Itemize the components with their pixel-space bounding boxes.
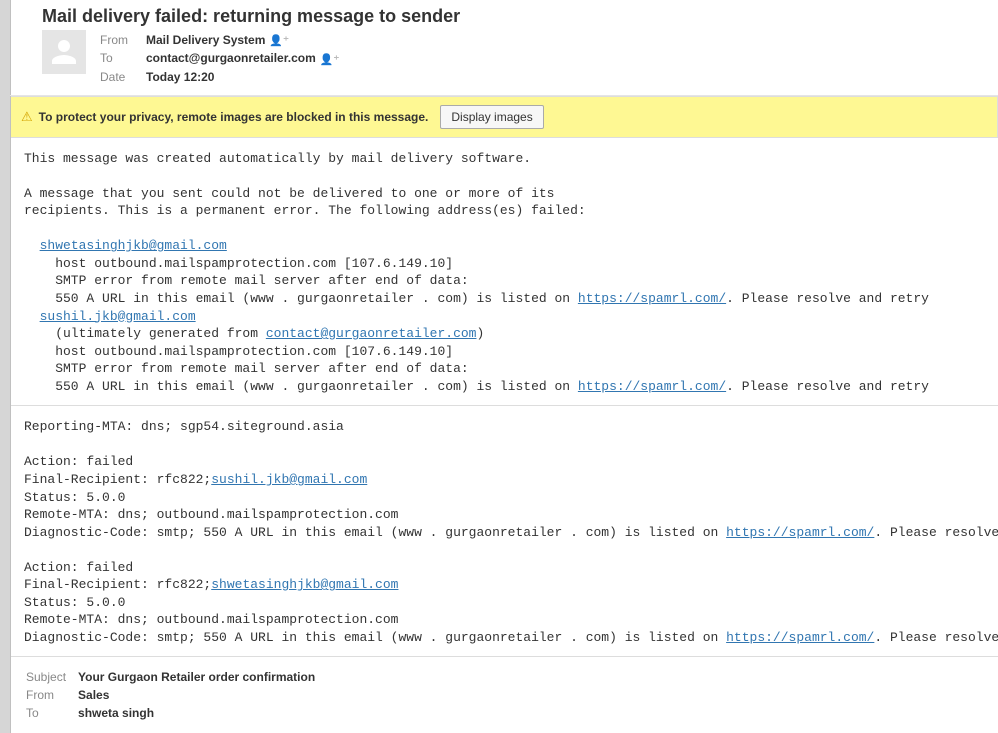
message-subject: Mail delivery failed: returning message … <box>42 6 984 27</box>
sub-to-label: To <box>26 705 76 721</box>
failure-err-pre-2: 550 A URL in this email (www . gurgaonre… <box>24 379 578 394</box>
body-intro-2: A message that you sent could not be del… <box>24 186 555 201</box>
privacy-text: To protect your privacy, remote images a… <box>39 110 429 124</box>
warning-icon: ⚠ <box>21 109 33 125</box>
report-diag-post-2: . Please resolve and retry <box>874 630 998 645</box>
report-action-2: Action: failed <box>24 560 133 575</box>
sub-to-value: shweta singh <box>78 705 325 721</box>
message-body: This message was created automatically b… <box>10 138 998 406</box>
from-label: From <box>100 32 144 48</box>
failure-err-post-1: . Please resolve and retry <box>726 291 929 306</box>
person-icon <box>46 34 82 70</box>
message-header: Mail delivery failed: returning message … <box>10 0 998 96</box>
add-contact-icon-from[interactable]: 👤⁺ <box>269 34 289 47</box>
report-remote-2: Remote-MTA: dns; outbound.mailspamprotec… <box>24 612 398 627</box>
avatar <box>42 30 86 74</box>
report-action-1: Action: failed <box>24 454 133 469</box>
failure-host-1: host outbound.mailspamprotection.com [10… <box>24 256 453 271</box>
reporting-mta: Reporting-MTA: dns; sgp54.siteground.asi… <box>24 419 344 434</box>
sub-subject-value: Your Gurgaon Retailer order confirmation <box>78 669 325 685</box>
report-status-2: Status: 5.0.0 <box>24 595 125 610</box>
report-diag-post-1: . Please resolve and retry <box>874 525 998 540</box>
report-recip-link-2[interactable]: shwetasinghjkb@gmail.com <box>211 577 398 592</box>
failed-address-link-1[interactable]: shwetasinghjkb@gmail.com <box>40 238 227 253</box>
date-value: Today 12:20 <box>146 69 347 85</box>
spamrl-link-1[interactable]: https://spamrl.com/ <box>578 291 726 306</box>
failure-host-2: host outbound.mailspamprotection.com [10… <box>24 344 453 359</box>
report-body: Reporting-MTA: dns; sgp54.siteground.asi… <box>10 406 998 656</box>
failure-smtp-2: SMTP error from remote mail server after… <box>24 361 469 376</box>
failure-err-pre-1: 550 A URL in this email (www . gurgaonre… <box>24 291 578 306</box>
body-intro-3: recipients. This is a permanent error. T… <box>24 203 586 218</box>
failure-err-post-2: . Please resolve and retry <box>726 379 929 394</box>
report-remote-1: Remote-MTA: dns; outbound.mailspamprotec… <box>24 507 398 522</box>
spamrl-link-3[interactable]: https://spamrl.com/ <box>726 525 874 540</box>
report-diag-pre-2: Diagnostic-Code: smtp; 550 A URL in this… <box>24 630 726 645</box>
body-intro-1: This message was created automatically b… <box>24 151 531 166</box>
sub-subject-label: Subject <box>26 669 76 685</box>
sub-from-value: Sales <box>78 687 325 703</box>
failure-gen-post-2: ) <box>476 326 484 341</box>
left-gutter <box>0 0 11 733</box>
failed-address-link-2[interactable]: sushil.jkb@gmail.com <box>40 309 196 324</box>
report-recip-pre-2: Final-Recipient: rfc822; <box>24 577 211 592</box>
to-label: To <box>100 50 144 66</box>
spamrl-link-4[interactable]: https://spamrl.com/ <box>726 630 874 645</box>
privacy-warning-bar: ⚠ To protect your privacy, remote images… <box>10 96 998 138</box>
sub-from-label: From <box>26 687 76 703</box>
display-images-button[interactable]: Display images <box>440 105 543 129</box>
report-diag-pre-1: Diagnostic-Code: smtp; 550 A URL in this… <box>24 525 726 540</box>
report-recip-pre-1: Final-Recipient: rfc822; <box>24 472 211 487</box>
attached-message-header: SubjectYour Gurgaon Retailer order confi… <box>10 656 998 733</box>
failure-gen-pre-2: (ultimately generated from <box>24 326 266 341</box>
spamrl-link-2[interactable]: https://spamrl.com/ <box>578 379 726 394</box>
generated-from-link[interactable]: contact@gurgaonretailer.com <box>266 326 477 341</box>
date-label: Date <box>100 69 144 85</box>
from-value: Mail Delivery System👤⁺ <box>146 32 347 48</box>
to-value: contact@gurgaonretailer.com👤⁺ <box>146 50 347 66</box>
failure-smtp-1: SMTP error from remote mail server after… <box>24 273 469 288</box>
report-status-1: Status: 5.0.0 <box>24 490 125 505</box>
report-recip-link-1[interactable]: sushil.jkb@gmail.com <box>211 472 367 487</box>
add-contact-icon-to[interactable]: 👤⁺ <box>320 53 340 66</box>
